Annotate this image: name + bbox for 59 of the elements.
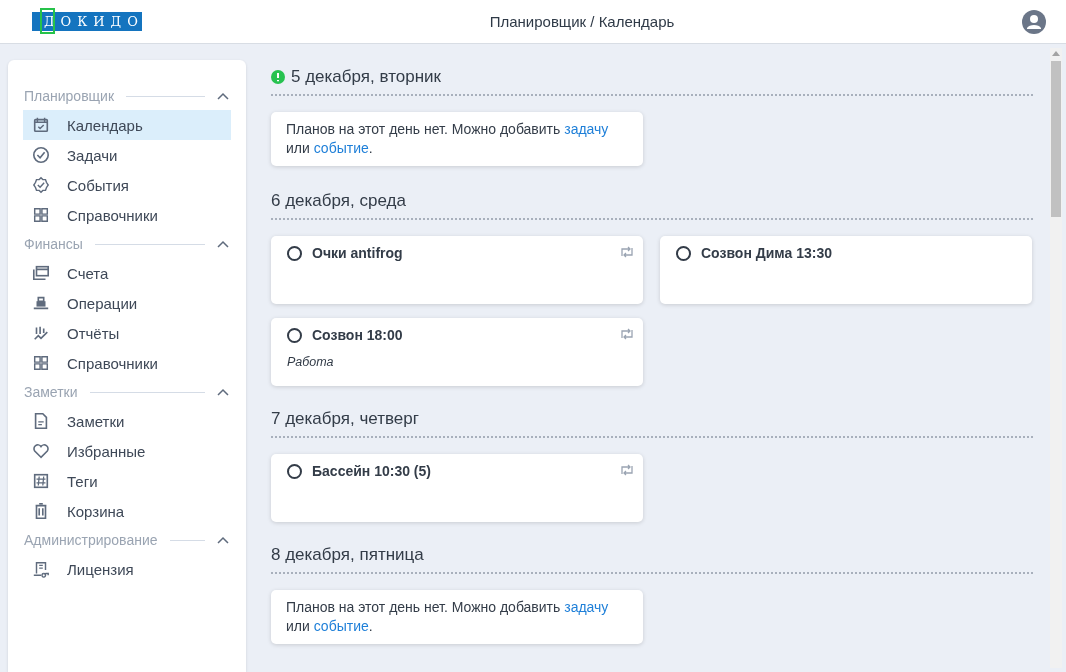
sidebar-item[interactable]: Счета bbox=[23, 258, 231, 288]
menu-item-icon bbox=[32, 264, 50, 282]
sidebar-item[interactable]: Корзина bbox=[23, 496, 231, 526]
add-task-link[interactable]: задачу bbox=[564, 599, 609, 615]
event-title: Бассейн 10:30 (5) bbox=[312, 463, 431, 479]
event-card[interactable]: Созвон 18:00 Работа bbox=[271, 318, 643, 386]
chevron-up-icon[interactable] bbox=[217, 388, 229, 396]
complete-radio[interactable] bbox=[287, 327, 302, 343]
menu-item-icon bbox=[32, 206, 50, 224]
day-heading: 6 декабря, среда bbox=[271, 191, 406, 211]
event-card[interactable]: Очки antifrog bbox=[271, 236, 643, 304]
sidebar-item[interactable]: Календарь bbox=[23, 110, 231, 140]
event-title: Созвон 18:00 bbox=[312, 327, 403, 343]
scrollbar[interactable] bbox=[1050, 48, 1062, 668]
menu-item-icon bbox=[32, 472, 50, 490]
section-title: Планировщик bbox=[24, 88, 115, 104]
sidebar-item[interactable]: Справочники bbox=[23, 200, 231, 230]
menu-item-icon bbox=[32, 324, 50, 342]
sidebar-item[interactable]: Отчёты bbox=[23, 318, 231, 348]
day-heading: 5 декабря, вторник bbox=[291, 67, 441, 87]
event-title: Созвон Дима 13:30 bbox=[701, 245, 832, 261]
menu-item-icon bbox=[32, 116, 50, 134]
empty-message: Планов на этот день нет. Можно добавить задачу или событие. bbox=[286, 598, 610, 636]
menu-item-icon bbox=[32, 412, 50, 430]
user-avatar-icon[interactable] bbox=[1022, 9, 1046, 34]
add-task-link[interactable]: задачу bbox=[564, 121, 609, 137]
menu-item-icon bbox=[32, 354, 50, 372]
add-event-link[interactable]: событие bbox=[313, 140, 369, 156]
sidebar-item[interactable]: Лицензия bbox=[23, 554, 231, 584]
complete-radio[interactable] bbox=[287, 245, 302, 261]
menu-item-icon bbox=[32, 294, 50, 312]
chevron-up-icon[interactable] bbox=[217, 92, 229, 100]
page-title: Планировщик / Календарь bbox=[488, 13, 676, 30]
menu-item-icon bbox=[32, 560, 50, 578]
sidebar-item[interactable]: Избранные bbox=[23, 436, 231, 466]
event-card[interactable]: Созвон Дима 13:30 bbox=[660, 236, 1032, 304]
sidebar-item[interactable]: Задачи bbox=[23, 140, 231, 170]
sidebar-item[interactable]: Заметки bbox=[23, 406, 231, 436]
event-category: Работа bbox=[287, 355, 335, 369]
complete-radio[interactable] bbox=[287, 463, 302, 479]
section-title: Администрирование bbox=[24, 532, 158, 548]
event-title: Очки antifrog bbox=[312, 245, 403, 261]
day-heading: 8 декабря, пятница bbox=[271, 545, 424, 565]
menu-item-icon bbox=[32, 442, 50, 460]
chevron-up-icon[interactable] bbox=[217, 536, 229, 544]
chevron-up-icon[interactable] bbox=[217, 240, 229, 248]
sidebar-item[interactable]: Теги bbox=[23, 466, 231, 496]
empty-message: Планов на этот день нет. Можно добавить задачу или событие. bbox=[286, 120, 610, 158]
sidebar-item[interactable]: События bbox=[23, 170, 231, 200]
section-title: Заметки bbox=[24, 384, 78, 400]
add-event-link[interactable]: событие bbox=[313, 618, 369, 634]
event-card[interactable]: Бассейн 10:30 (5) bbox=[271, 454, 643, 522]
menu-item-icon bbox=[32, 146, 50, 164]
menu-item-icon bbox=[32, 176, 50, 194]
sidebar-item[interactable]: Операции bbox=[23, 288, 231, 318]
complete-radio[interactable] bbox=[676, 245, 691, 261]
section-title: Финансы bbox=[24, 236, 83, 252]
day-heading: 7 декабря, четверг bbox=[271, 409, 419, 429]
sidebar-item[interactable]: Справочники bbox=[23, 348, 231, 378]
